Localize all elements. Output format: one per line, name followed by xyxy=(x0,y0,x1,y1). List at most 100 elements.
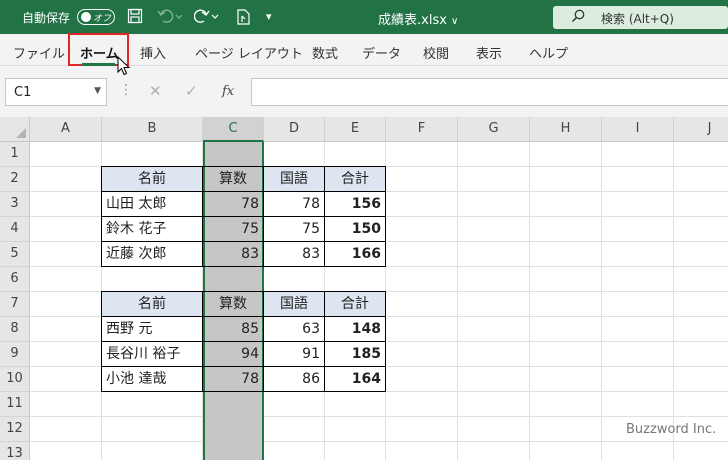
table1-cell-math[interactable]: 75 xyxy=(203,217,264,242)
formula-input[interactable] xyxy=(251,78,728,106)
touch-mode-icon[interactable] xyxy=(235,8,253,30)
formula-bar: C1 ▼ ⋮ ✕ ✓ fx xyxy=(0,76,728,110)
row-header-2[interactable]: 2 xyxy=(0,167,30,192)
tab-data[interactable]: データ xyxy=(362,43,401,62)
table1-cell-math[interactable]: 83 xyxy=(203,242,264,267)
search-box[interactable]: 検索 (Alt+Q) xyxy=(553,6,728,29)
table2-header-name[interactable]: 名前 xyxy=(101,291,203,317)
table1-header-name[interactable]: 名前 xyxy=(101,166,203,192)
table2-cell-total[interactable]: 164 xyxy=(325,367,386,392)
autosave-label: 自動保存 xyxy=(22,11,71,25)
table2-cell-japanese[interactable]: 86 xyxy=(264,367,325,392)
row-header-11[interactable]: 11 xyxy=(0,392,30,417)
table2-cell-total[interactable]: 185 xyxy=(325,342,386,367)
row-header-13[interactable]: 13 xyxy=(0,442,30,460)
enter-icon[interactable]: ✓ xyxy=(185,82,198,100)
undo-icon[interactable] xyxy=(157,8,183,28)
table1-cell-japanese[interactable]: 83 xyxy=(264,242,325,267)
table1-header-japanese[interactable]: 国語 xyxy=(264,166,325,192)
table2-cell-math[interactable]: 78 xyxy=(203,367,264,392)
table1-cell-name[interactable]: 山田 太郎 xyxy=(101,192,203,217)
mouse-cursor-icon xyxy=(117,56,131,76)
gridline xyxy=(457,142,458,460)
redo-icon[interactable] xyxy=(193,8,220,28)
gridline xyxy=(601,142,602,460)
table2-cell-japanese[interactable]: 91 xyxy=(264,342,325,367)
column-header-a[interactable]: A xyxy=(30,117,102,142)
cancel-icon[interactable]: ✕ xyxy=(149,82,162,100)
worksheet-grid[interactable]: A B C D E F G H I J 1 2 3 4 5 6 7 8 9 10… xyxy=(0,117,728,460)
table2-cell-total[interactable]: 148 xyxy=(325,317,386,342)
tab-insert[interactable]: 挿入 xyxy=(140,43,166,62)
row-header-1[interactable]: 1 xyxy=(0,142,30,167)
table2-cell-math[interactable]: 94 xyxy=(203,342,264,367)
autosave-state: オフ xyxy=(93,14,112,24)
table1-cell-japanese[interactable]: 78 xyxy=(264,192,325,217)
table2-header-math[interactable]: 算数 xyxy=(203,291,264,317)
column-header-e[interactable]: E xyxy=(325,117,386,142)
row-header-5[interactable]: 5 xyxy=(0,242,30,267)
table2-header-japanese[interactable]: 国語 xyxy=(264,291,325,317)
table1-cell-japanese[interactable]: 75 xyxy=(264,217,325,242)
toggle-knob xyxy=(81,12,91,22)
row-header-8[interactable]: 8 xyxy=(0,317,30,342)
search-icon xyxy=(571,9,585,27)
table2-cell-name[interactable]: 長谷川 裕子 xyxy=(101,342,203,367)
column-header-g[interactable]: G xyxy=(458,117,530,142)
row-header-7[interactable]: 7 xyxy=(0,292,30,317)
table1-cell-total[interactable]: 166 xyxy=(325,242,386,267)
customize-toolbar-icon[interactable]: ▾ xyxy=(266,8,272,25)
watermark: Buzzword Inc. xyxy=(626,422,717,437)
save-icon[interactable] xyxy=(127,8,143,28)
tab-formulas[interactable]: 数式 xyxy=(312,43,338,62)
file-name-text: 成績表.xlsx xyxy=(378,13,447,28)
chevron-down-icon: ∨ xyxy=(451,16,459,27)
row-header-10[interactable]: 10 xyxy=(0,367,30,392)
row-header-4[interactable]: 4 xyxy=(0,217,30,242)
table2-cell-japanese[interactable]: 63 xyxy=(264,317,325,342)
gridline xyxy=(30,416,728,417)
insert-function-icon[interactable]: fx xyxy=(222,84,234,99)
table2-cell-name[interactable]: 小池 達哉 xyxy=(101,367,203,392)
table2-cell-name[interactable]: 西野 元 xyxy=(101,317,203,342)
title-bar: 自動保存 オフ ▾ 成績表.xlsx ∨ 検索 (Alt+Q) xyxy=(0,0,728,34)
column-header-j[interactable]: J xyxy=(674,117,728,142)
table1-cell-name[interactable]: 近藤 次郎 xyxy=(101,242,203,267)
gridline xyxy=(30,441,728,442)
table2-header-total[interactable]: 合計 xyxy=(325,291,386,317)
column-header-f[interactable]: F xyxy=(386,117,458,142)
table1-cell-math[interactable]: 78 xyxy=(203,192,264,217)
table1-cell-total[interactable]: 156 xyxy=(325,192,386,217)
table1-cell-name[interactable]: 鈴木 花子 xyxy=(101,217,203,242)
column-header-c[interactable]: C xyxy=(203,117,264,142)
column-header-b[interactable]: B xyxy=(102,117,203,142)
table1-cell-total[interactable]: 150 xyxy=(325,217,386,242)
column-header-h[interactable]: H xyxy=(530,117,602,142)
table1-header-math[interactable]: 算数 xyxy=(203,166,264,192)
row-header-3[interactable]: 3 xyxy=(0,192,30,217)
more-icon: ⋮ xyxy=(119,82,133,98)
tab-file[interactable]: ファイル xyxy=(13,43,65,62)
tab-review[interactable]: 校閲 xyxy=(423,43,449,62)
table1-header-total[interactable]: 合計 xyxy=(325,166,386,192)
row-header-9[interactable]: 9 xyxy=(0,342,30,367)
select-all-triangle-icon xyxy=(16,128,26,138)
file-name[interactable]: 成績表.xlsx ∨ xyxy=(378,9,458,28)
name-box[interactable]: C1 ▼ xyxy=(5,78,107,106)
tab-view[interactable]: 表示 xyxy=(476,43,502,62)
row-header-12[interactable]: 12 xyxy=(0,417,30,442)
select-all-button[interactable] xyxy=(0,117,30,142)
search-placeholder: 検索 (Alt+Q) xyxy=(601,12,674,26)
autosave-toggle[interactable]: オフ xyxy=(77,9,115,25)
tab-help[interactable]: ヘルプ xyxy=(529,43,568,62)
gridline xyxy=(529,142,530,460)
column-header-i[interactable]: I xyxy=(602,117,674,142)
tab-page-layout[interactable]: ページ レイアウト xyxy=(195,43,303,62)
name-box-value: C1 xyxy=(14,85,32,100)
table2-cell-math[interactable]: 85 xyxy=(203,317,264,342)
gridline xyxy=(673,142,674,460)
column-header-d[interactable]: D xyxy=(264,117,325,142)
row-header-6[interactable]: 6 xyxy=(0,267,30,292)
ribbon-gap xyxy=(0,66,728,76)
chevron-down-icon[interactable]: ▼ xyxy=(94,86,101,96)
